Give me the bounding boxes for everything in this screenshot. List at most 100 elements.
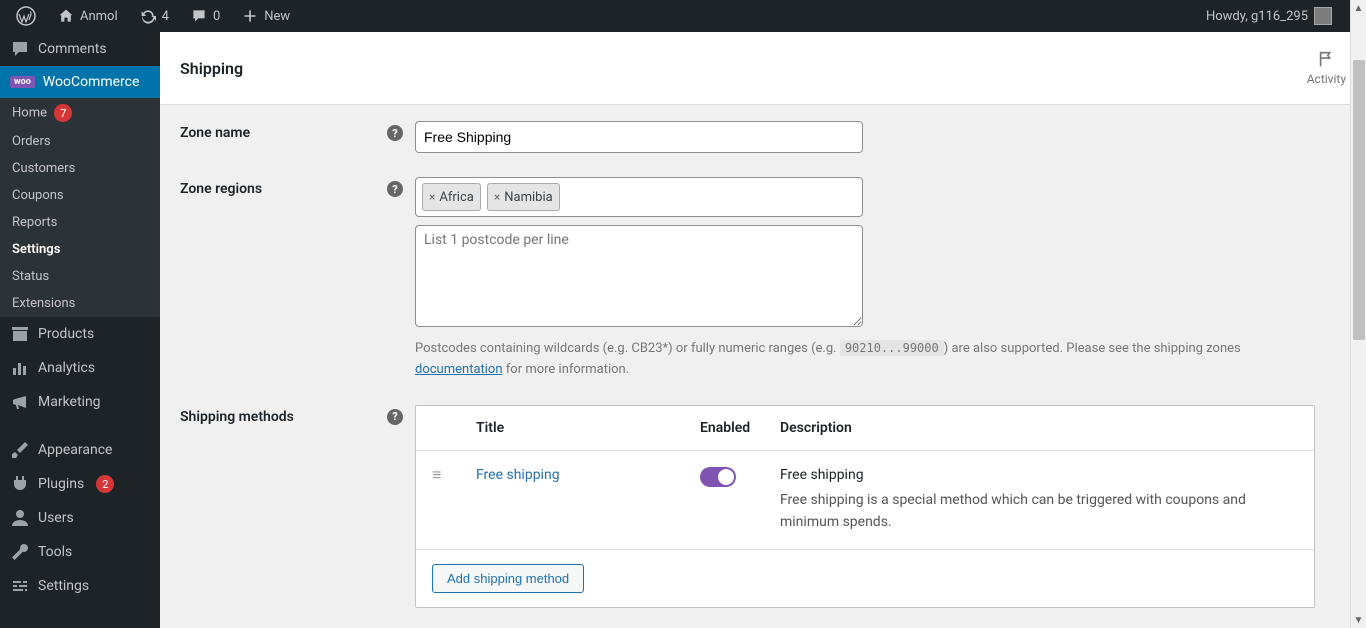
submenu-label: Orders [12, 134, 51, 149]
menu-tools[interactable]: Tools [0, 535, 160, 569]
menu-label: Settings [38, 578, 89, 594]
documentation-link[interactable]: documentation [415, 362, 503, 377]
menu-label: Products [38, 326, 94, 342]
vertical-scrollbar[interactable]: ▲ ▼ [1350, 0, 1366, 628]
shipping-methods-table: Title Enabled Description ≡ Free shippin… [415, 405, 1315, 609]
admin-bar: Anmol 4 0 New Howdy, g116_295 [0, 0, 1366, 32]
method-desc-title: Free shipping [780, 467, 1298, 483]
submenu-settings[interactable]: Settings [0, 236, 160, 263]
row-zone-regions: Zone regions ? × Africa × Namibia [180, 177, 1346, 381]
menu-products[interactable]: Products [0, 317, 160, 351]
submenu-label: Customers [12, 161, 75, 176]
submenu-label: Home [12, 106, 47, 121]
menu-plugins[interactable]: Plugins 2 [0, 467, 160, 501]
menu-label: Comments [38, 41, 107, 57]
shipping-methods-label: Shipping methods [180, 409, 294, 425]
zone-name-input[interactable] [415, 121, 863, 153]
menu-label: Users [38, 510, 74, 526]
row-shipping-methods: Shipping methods ? Title Enabled Descrip… [180, 405, 1346, 609]
remove-tag-icon[interactable]: × [494, 190, 500, 204]
menu-woocommerce[interactable]: woo WooCommerce [0, 66, 160, 98]
menu-label: Tools [38, 544, 72, 560]
hint-text-part: Postcodes containing wildcards (e.g. CB2… [415, 341, 840, 356]
updates[interactable]: 4 [132, 0, 177, 32]
update-icon [140, 8, 156, 24]
zone-regions-label: Zone regions [180, 181, 262, 197]
table-footer: Add shipping method [416, 550, 1314, 607]
enabled-toggle[interactable] [700, 467, 736, 487]
page-title: Shipping [180, 59, 243, 78]
hint-code: 90210...99000 [840, 340, 944, 356]
menu-label: Plugins [38, 476, 84, 492]
help-icon[interactable]: ? [387, 181, 403, 197]
menu-settings[interactable]: Settings [0, 569, 160, 603]
scrollbar-thumb[interactable] [1353, 60, 1365, 340]
howdy-text: Howdy, g116_295 [1206, 9, 1308, 24]
new-content[interactable]: New [234, 0, 298, 32]
zone-name-label: Zone name [180, 125, 250, 141]
scroll-down-icon[interactable]: ▼ [1351, 612, 1366, 628]
tag-label: Namibia [504, 190, 552, 205]
activity-label: Activity [1307, 72, 1346, 86]
menu-analytics[interactable]: Analytics [0, 351, 160, 385]
hint-text-part: for more information. [503, 362, 630, 377]
wp-logo[interactable] [8, 0, 44, 32]
admin-sidebar: Comments woo WooCommerce Home 7 Orders C… [0, 32, 160, 628]
region-tag: × Africa [422, 183, 481, 211]
archive-icon [10, 324, 30, 344]
submenu-extensions[interactable]: Extensions [0, 290, 160, 317]
comments-bar[interactable]: 0 [183, 0, 228, 32]
comment-icon [10, 39, 30, 59]
remove-tag-icon[interactable]: × [429, 190, 435, 204]
woo-icon: woo [10, 76, 35, 88]
page-header: Shipping Activity [160, 32, 1366, 105]
megaphone-icon [10, 392, 30, 412]
help-icon[interactable]: ? [387, 409, 403, 425]
menu-marketing[interactable]: Marketing [0, 385, 160, 419]
submenu-home[interactable]: Home 7 [0, 98, 160, 128]
count-badge: 7 [54, 104, 72, 122]
tag-label: Africa [439, 190, 473, 205]
add-shipping-method-button[interactable]: Add shipping method [432, 564, 584, 593]
method-desc-text: Free shipping is a special method which … [780, 489, 1298, 534]
brush-icon [10, 440, 30, 460]
title-header: Title [476, 420, 700, 436]
comments-count: 0 [213, 9, 220, 24]
my-account[interactable]: Howdy, g116_295 [1198, 0, 1340, 32]
submenu-label: Coupons [12, 188, 64, 203]
method-title-link[interactable]: Free shipping [476, 467, 560, 483]
menu-label: Appearance [38, 442, 112, 458]
help-icon[interactable]: ? [387, 125, 403, 141]
submenu-status[interactable]: Status [0, 263, 160, 290]
submenu-customers[interactable]: Customers [0, 155, 160, 182]
drag-handle-icon[interactable]: ≡ [432, 463, 441, 484]
enabled-header: Enabled [700, 420, 780, 436]
updates-count: 4 [162, 9, 169, 24]
submenu-reports[interactable]: Reports [0, 209, 160, 236]
row-zone-name: Zone name ? [180, 121, 1346, 153]
menu-comments[interactable]: Comments [0, 32, 160, 66]
menu-label: WooCommerce [43, 74, 140, 90]
submenu-label: Settings [12, 242, 60, 257]
scroll-up-icon[interactable]: ▲ [1351, 0, 1366, 16]
menu-users[interactable]: Users [0, 501, 160, 535]
woocommerce-submenu: Home 7 Orders Customers Coupons Reports … [0, 98, 160, 317]
table-header: Title Enabled Description [416, 406, 1314, 451]
comment-icon [191, 8, 207, 24]
activity-panel[interactable]: Activity [1307, 50, 1346, 86]
plugin-icon [10, 474, 30, 494]
table-row: ≡ Free shipping Free shipping Free shipp… [416, 451, 1314, 551]
wrench-icon [10, 542, 30, 562]
submenu-coupons[interactable]: Coupons [0, 182, 160, 209]
postcode-hint: Postcodes containing wildcards (e.g. CB2… [415, 339, 1315, 381]
wordpress-icon [16, 6, 36, 26]
menu-appearance[interactable]: Appearance [0, 433, 160, 467]
zone-regions-input[interactable]: × Africa × Namibia [415, 177, 863, 217]
submenu-orders[interactable]: Orders [0, 128, 160, 155]
menu-label: Analytics [38, 360, 95, 376]
sliders-icon [10, 576, 30, 596]
site-name[interactable]: Anmol [50, 0, 126, 32]
description-header: Description [780, 420, 1298, 436]
content-area: Shipping Activity Zone name ? [160, 32, 1366, 628]
postcode-textarea[interactable] [415, 225, 863, 327]
